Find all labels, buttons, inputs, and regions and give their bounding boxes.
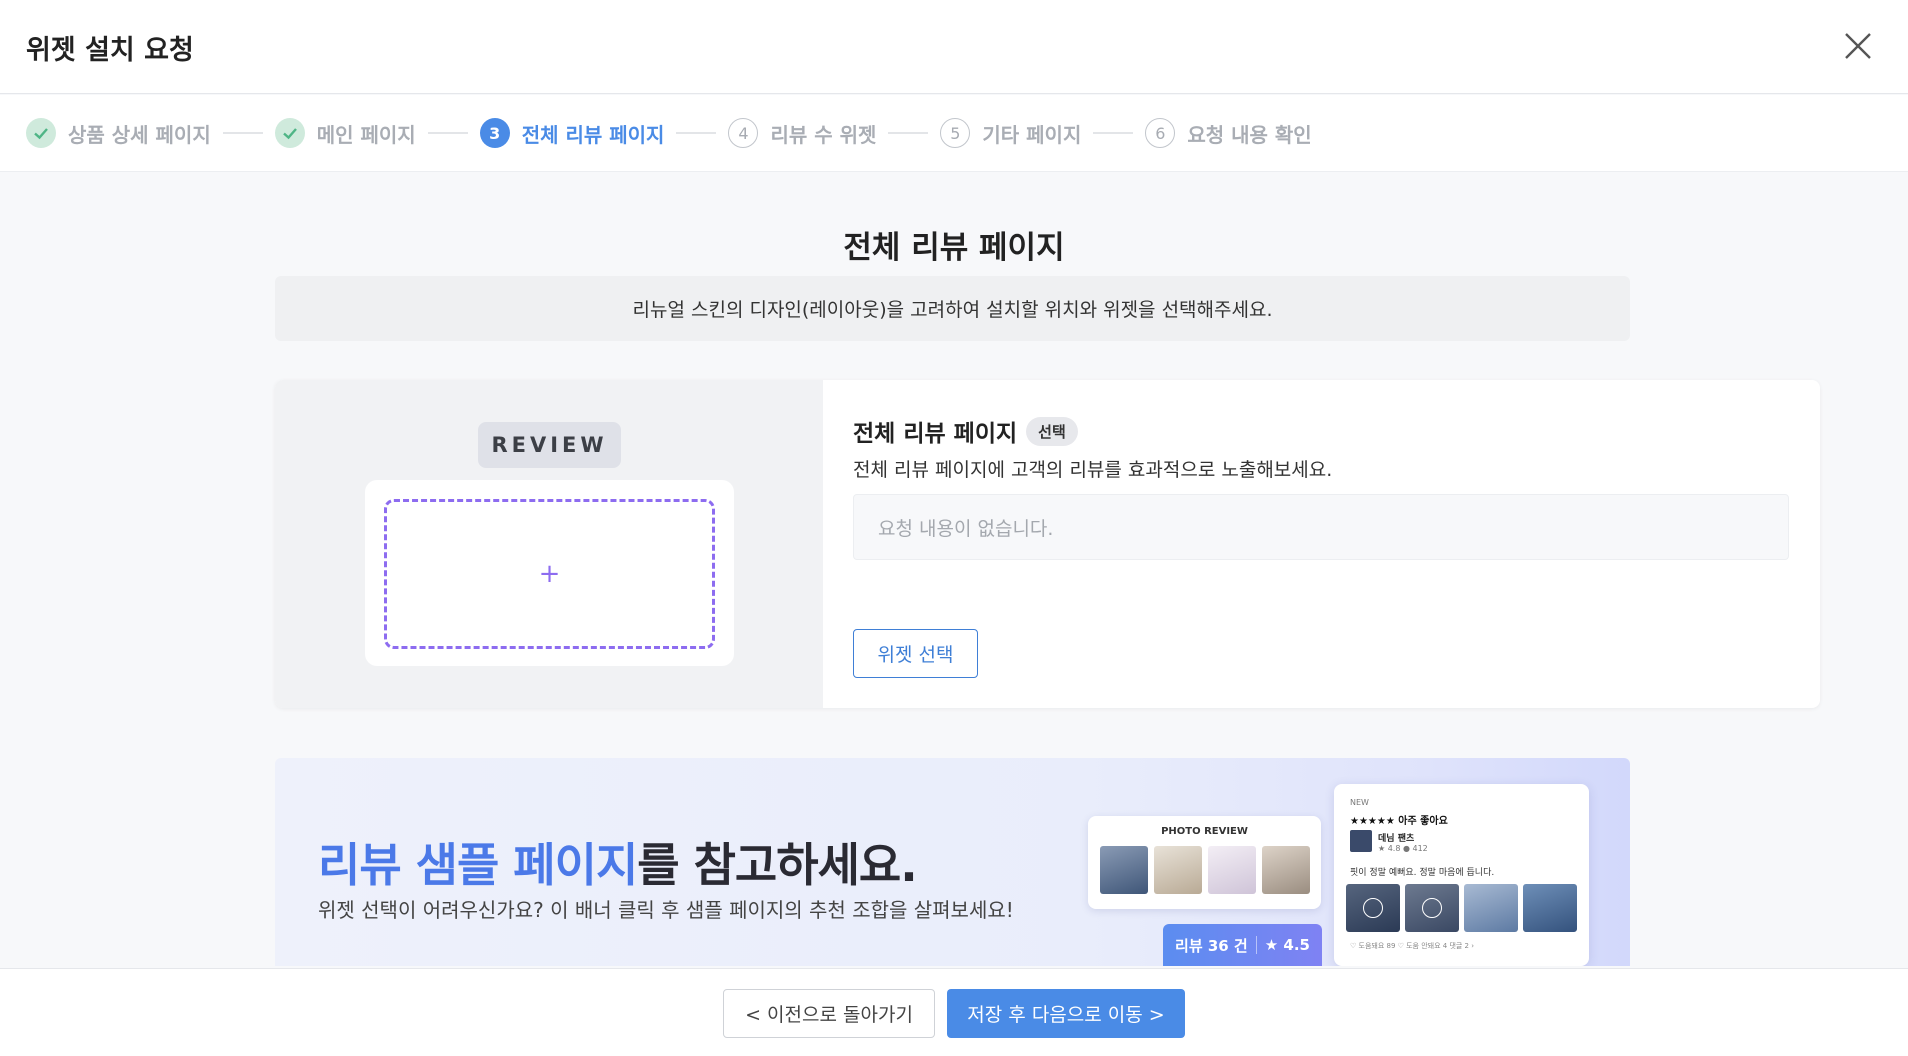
widget-preview: REVIEW + xyxy=(275,380,823,708)
step-label: 상품 상세 페이지 xyxy=(68,122,211,147)
step-all-reviews[interactable]: 3 전체 리뷰 페이지 xyxy=(479,118,665,148)
stepper: 상품 상세 페이지 메인 페이지 3 전체 리뷰 페이지 4 리뷰 수 위젯 5… xyxy=(0,95,1908,172)
step-connector xyxy=(888,132,929,134)
modal-header: 위젯 설치 요청 xyxy=(0,0,1908,94)
video-thumb xyxy=(1523,884,1577,932)
modal-footer: < 이전으로 돌아가기 저장 후 다음으로 이동 > xyxy=(0,968,1908,1056)
play-icon xyxy=(1422,898,1442,918)
step-review-count-widget[interactable]: 4 리뷰 수 위젯 xyxy=(728,118,876,148)
banner-title-highlight: 리뷰 샘플 페이지 xyxy=(318,838,638,892)
step-label: 리뷰 수 위젯 xyxy=(770,122,877,147)
save-next-button[interactable]: 저장 후 다음으로 이동 > xyxy=(947,989,1185,1038)
back-button[interactable]: < 이전으로 돌아가기 xyxy=(723,989,935,1038)
review-summary-pill: 리뷰 36 건 ★ 4.5 xyxy=(1163,924,1322,966)
notice-box: 리뉴얼 스킨의 디자인(레이아웃)을 고려하여 설치할 위치와 위젯을 선택해주… xyxy=(275,276,1630,341)
photo-thumb xyxy=(1154,846,1202,894)
photo-thumb xyxy=(1208,846,1256,894)
check-icon xyxy=(26,118,56,148)
banner-title: 리뷰 샘플 페이지를 참고하세요. xyxy=(318,829,918,895)
photo-review-header: PHOTO REVIEW xyxy=(1161,826,1248,837)
check-icon xyxy=(274,118,305,148)
select-widget-button[interactable]: 위젯 선택 xyxy=(853,629,978,678)
new-label: NEW xyxy=(1350,798,1369,807)
step-other-pages[interactable]: 5 기타 페이지 xyxy=(940,118,1081,148)
step-connector xyxy=(676,132,717,134)
widget-title: 전체 리뷰 페이지 xyxy=(853,421,1018,447)
preview-box: + xyxy=(365,480,734,666)
photo-thumb xyxy=(1100,846,1148,894)
widget-card: REVIEW + 전체 리뷰 페이지 선택 전체 리뷰 페이지에 고객의 리뷰를… xyxy=(275,380,1820,708)
product-thumb xyxy=(1350,830,1372,852)
review-footer: ♡ 도움돼요 89 ♡ 도움 안돼요 4 댓글 2 › xyxy=(1350,942,1475,950)
step-connector xyxy=(1093,132,1134,134)
banner-subtitle: 위젯 선택이 어려우신가요? 이 배너 클릭 후 샘플 페이지의 추천 조합을 … xyxy=(318,898,1014,922)
add-widget-zone[interactable]: + xyxy=(384,499,715,649)
step-confirm-request[interactable]: 6 요청 내용 확인 xyxy=(1145,118,1312,148)
photo-review-mock: PHOTO REVIEW xyxy=(1088,816,1321,909)
step-label: 메인 페이지 xyxy=(316,122,416,147)
step-main-page[interactable]: 메인 페이지 xyxy=(274,118,416,148)
page-title: 전체 리뷰 페이지 xyxy=(843,230,1065,266)
video-thumb xyxy=(1405,884,1459,932)
step-label: 기타 페이지 xyxy=(982,122,1082,147)
photo-thumbs xyxy=(1100,846,1310,894)
banner-title-rest: 를 참고하세요. xyxy=(637,838,917,892)
step-number: 5 xyxy=(940,118,971,148)
pill-divider xyxy=(1255,936,1257,954)
widget-info: 전체 리뷰 페이지 선택 전체 리뷰 페이지에 고객의 리뷰를 효과적으로 노출… xyxy=(853,380,1793,708)
sample-page-banner[interactable]: 리뷰 샘플 페이지를 참고하세요. 위젯 선택이 어려우신가요? 이 배너 클릭… xyxy=(275,758,1630,966)
modal-title: 위젯 설치 요청 xyxy=(26,35,194,66)
review-count: 리뷰 36 건 xyxy=(1175,936,1248,955)
step-number: 4 xyxy=(728,118,759,148)
close-icon[interactable] xyxy=(1838,26,1878,66)
video-thumbs xyxy=(1346,884,1577,932)
product-name: 데님 팬츠 xyxy=(1378,834,1415,844)
review-rating: ★ 4.5 xyxy=(1264,936,1310,954)
video-thumb xyxy=(1346,884,1400,932)
review-card-mock: NEW ★★★★★ 아주 좋아요 데님 팬츠 ★ 4.8 ● 412 핏이 정말… xyxy=(1334,784,1589,966)
empty-request-box: 요청 내용이 없습니다. xyxy=(853,494,1789,560)
step-connector xyxy=(427,132,468,134)
step-label: 요청 내용 확인 xyxy=(1187,122,1312,147)
step-label: 전체 리뷰 페이지 xyxy=(521,122,665,147)
review-tag: REVIEW xyxy=(478,422,621,468)
step-number: 3 xyxy=(479,118,510,148)
star-rating: ★★★★★ 아주 좋아요 xyxy=(1350,816,1448,827)
widget-title-row: 전체 리뷰 페이지 선택 xyxy=(853,414,1078,448)
play-icon xyxy=(1363,898,1383,918)
plus-icon: + xyxy=(538,559,561,589)
optional-badge: 선택 xyxy=(1026,416,1078,446)
widget-description: 전체 리뷰 페이지에 고객의 리뷰를 효과적으로 노출해보세요. xyxy=(853,459,1333,481)
step-connector xyxy=(222,132,263,134)
review-text: 핏이 정말 예뻐요. 정말 마음에 듭니다. xyxy=(1350,868,1495,878)
video-thumb xyxy=(1464,884,1518,932)
photo-thumb xyxy=(1262,846,1310,894)
product-meta: ★ 4.8 ● 412 xyxy=(1378,844,1428,853)
step-product-detail[interactable]: 상품 상세 페이지 xyxy=(26,118,211,148)
step-number: 6 xyxy=(1145,118,1176,148)
